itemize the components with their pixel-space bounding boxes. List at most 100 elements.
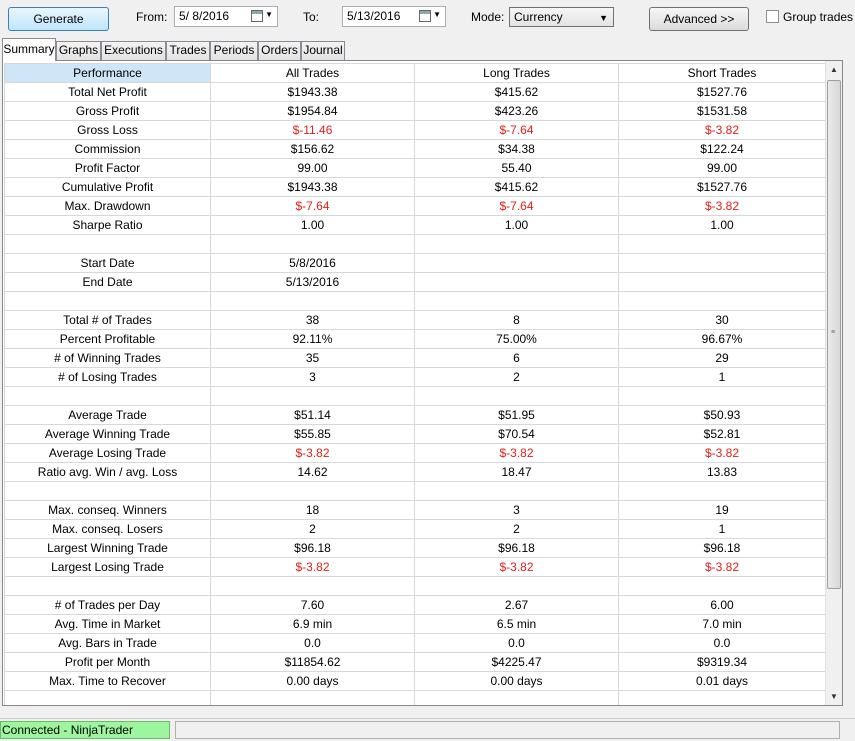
chevron-down-icon[interactable]: ▼ (433, 11, 441, 19)
table-row[interactable] (4, 386, 826, 406)
tab-trades[interactable]: Trades (166, 41, 210, 60)
long-trades-cell: 2 (414, 519, 619, 539)
table-row[interactable]: Cumulative Profit $1943.38 $415.62 $1527.76 (4, 177, 826, 197)
row-label: Profit Factor (4, 158, 211, 178)
row-label: Percent Profitable (4, 329, 211, 349)
table-row[interactable]: Avg. Time in Market 6.9 min 6.5 min 7.0 min (4, 614, 826, 634)
long-trades-cell: $-3.82 (414, 443, 619, 463)
table-row[interactable]: Total # of Trades 38 8 30 (4, 310, 826, 330)
all-trades-cell: 3 (210, 367, 415, 387)
table-row[interactable] (4, 291, 826, 311)
table-row[interactable]: End Date 5/13/2016 (4, 272, 826, 292)
table-row[interactable]: Avg. Bars in Trade 0.0 0.0 0.0 (4, 633, 826, 653)
tab-executions[interactable]: Executions (101, 41, 166, 60)
scroll-up-icon[interactable]: ▲ (826, 61, 842, 78)
table-row[interactable]: Max. conseq. Winners 18 3 19 (4, 500, 826, 520)
table-row[interactable]: # of Losing Trades 3 2 1 (4, 367, 826, 387)
short-trades-cell: $-3.82 (618, 196, 826, 216)
column-header-performance[interactable]: Performance (4, 63, 211, 83)
long-trades-cell: 2 (414, 367, 619, 387)
table-row[interactable]: Percent Profitable 92.11% 75.00% 96.67% (4, 329, 826, 349)
tab-graphs[interactable]: Graphs (56, 41, 101, 60)
mode-select[interactable]: Currency ▼ (509, 7, 614, 27)
row-label: # of Losing Trades (4, 367, 211, 387)
table-row[interactable]: Profit per Month $11854.62 $4225.47 $9319.3… (4, 652, 826, 672)
short-trades-cell: 1 (618, 367, 826, 387)
column-header-all-trades[interactable]: All Trades (210, 63, 415, 83)
generate-button[interactable]: Generate (8, 7, 109, 31)
all-trades-cell: $51.14 (210, 405, 415, 425)
all-trades-cell: 5/8/2016 (210, 253, 415, 273)
table-row[interactable]: Max. Time to Recover 0.00 days 0.00 days 0.… (4, 671, 826, 691)
table-row[interactable]: Largest Losing Trade $-3.82 $-3.82 $-3.82 (4, 557, 826, 577)
short-trades-cell: 1.00 (618, 215, 826, 235)
all-trades-cell: $1943.38 (210, 82, 415, 102)
chevron-down-icon[interactable]: ▼ (265, 11, 273, 19)
tab-orders[interactable]: Orders (258, 41, 301, 60)
long-trades-cell (414, 234, 619, 254)
scroll-down-icon[interactable]: ▼ (826, 688, 842, 705)
tab-summary[interactable]: Summary (2, 38, 56, 61)
all-trades-cell: 0.00 days (210, 671, 415, 691)
short-trades-cell: 96.67% (618, 329, 826, 349)
to-label: To: (303, 10, 320, 24)
vertical-scrollbar[interactable]: ▲ ≡ ▼ (825, 61, 842, 705)
advanced-button[interactable]: Advanced >> (649, 7, 749, 31)
table-row[interactable]: Commission $156.62 $34.38 $122.24 (4, 139, 826, 159)
group-trades-checkbox[interactable] (766, 10, 779, 23)
short-trades-cell: 6.00 (618, 595, 826, 615)
summary-panel: Performance All Trades Long Trades Short… (2, 60, 843, 706)
short-trades-cell (618, 291, 826, 311)
table-row[interactable]: # of Winning Trades 35 6 29 (4, 348, 826, 368)
all-trades-cell (210, 481, 415, 501)
short-trades-cell: $-3.82 (618, 557, 826, 577)
all-trades-cell: $1943.38 (210, 177, 415, 197)
all-trades-cell: $96.18 (210, 538, 415, 558)
table-row[interactable]: Ratio avg. Win / avg. Loss 14.62 18.47 13.8… (4, 462, 826, 482)
table-row[interactable]: Average Losing Trade $-3.82 $-3.82 $-3.82 (4, 443, 826, 463)
column-header-short-trades[interactable]: Short Trades (618, 63, 826, 83)
all-trades-cell: $-3.82 (210, 443, 415, 463)
table-row[interactable]: Gross Loss $-11.46 $-7.64 $-3.82 (4, 120, 826, 140)
table-row[interactable] (4, 234, 826, 254)
grip-icon: ≡ (831, 329, 836, 336)
table-row[interactable]: Gross Profit $1954.84 $423.26 $1531.58 (4, 101, 826, 121)
short-trades-cell: $52.81 (618, 424, 826, 444)
table-row[interactable]: Max. Drawdown $-7.64 $-7.64 $-3.82 (4, 196, 826, 216)
row-label (4, 576, 211, 596)
calendar-icon[interactable] (419, 10, 431, 22)
mode-label: Mode: (471, 10, 505, 24)
short-trades-cell: 1 (618, 519, 826, 539)
table-row[interactable]: Start Date 5/8/2016 (4, 253, 826, 273)
row-label: Largest Losing Trade (4, 557, 211, 577)
short-trades-cell: 19 (618, 500, 826, 520)
short-trades-cell: 0.0 (618, 633, 826, 653)
table-row[interactable]: Max. conseq. Losers 2 2 1 (4, 519, 826, 539)
to-date-value: 5/13/2016 (347, 9, 401, 23)
table-row[interactable] (4, 481, 826, 501)
table-row[interactable]: Sharpe Ratio 1.00 1.00 1.00 (4, 215, 826, 235)
long-trades-cell (414, 481, 619, 501)
short-trades-cell (618, 481, 826, 501)
performance-window: Generate From: 5/ 8/2016 ▼ To: 5/13/2016… (0, 0, 855, 741)
from-date-picker[interactable]: 5/ 8/2016 ▼ (174, 6, 278, 27)
status-bar: Connected - NinjaTrader Continuum (0, 718, 855, 741)
short-trades-cell: $122.24 (618, 139, 826, 159)
table-row[interactable]: Average Winning Trade $55.85 $70.54 $52.81 (4, 424, 826, 444)
tab-periods[interactable]: Periods (210, 41, 258, 60)
table-row[interactable] (4, 690, 826, 705)
to-date-picker[interactable]: 5/13/2016 ▼ (342, 6, 446, 27)
scrollbar-thumb[interactable]: ≡ (827, 80, 841, 589)
calendar-icon[interactable] (251, 10, 263, 22)
column-header-long-trades[interactable]: Long Trades (414, 63, 619, 83)
table-row[interactable]: # of Trades per Day 7.60 2.67 6.00 (4, 595, 826, 615)
long-trades-cell: $423.26 (414, 101, 619, 121)
short-trades-cell: 0.01 days (618, 671, 826, 691)
table-row[interactable]: Average Trade $51.14 $51.95 $50.93 (4, 405, 826, 425)
table-row[interactable] (4, 576, 826, 596)
long-trades-cell: $-7.64 (414, 120, 619, 140)
table-row[interactable]: Profit Factor 99.00 55.40 99.00 (4, 158, 826, 178)
table-row[interactable]: Total Net Profit $1943.38 $415.62 $1527.76 (4, 82, 826, 102)
table-row[interactable]: Largest Winning Trade $96.18 $96.18 $96.18 (4, 538, 826, 558)
tab-journal[interactable]: Journal (301, 41, 345, 60)
